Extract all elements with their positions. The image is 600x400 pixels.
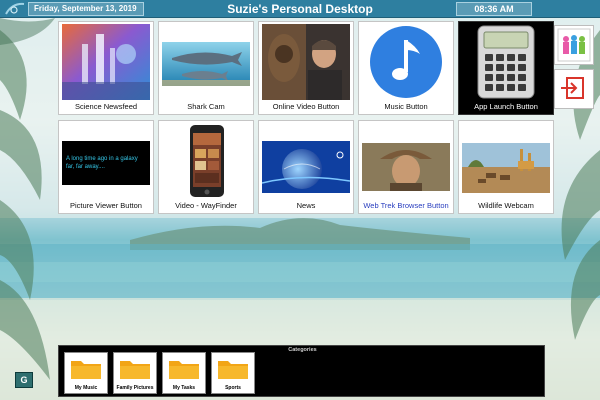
tile-label: Video - WayFinder xyxy=(175,201,237,210)
online-video-thumbnail xyxy=(262,24,350,100)
tile-label: Online Video Button xyxy=(272,102,340,111)
tile-video-wayfinder[interactable]: Video - WayFinder xyxy=(158,120,254,214)
phone-video-thumbnail xyxy=(162,123,250,199)
time-display: 08:36 AM xyxy=(456,2,532,16)
news-globe-thumbnail xyxy=(262,123,350,199)
folder-icon xyxy=(169,361,199,379)
folder-label: Sports xyxy=(225,385,241,391)
tile-label: Picture Viewer Button xyxy=(70,201,142,210)
tile-online-video[interactable]: Online Video Button xyxy=(258,21,354,115)
tile-label: Science Newsfeed xyxy=(74,102,138,111)
page-title: Suzie's Personal Desktop xyxy=(227,2,373,16)
bottom-left-button-text: G xyxy=(20,375,28,385)
folder-label: Family Pictures xyxy=(116,385,154,391)
folder-label: My Music xyxy=(74,385,98,391)
tile-label: Web Trek Browser Button xyxy=(363,201,449,210)
tile-picture-viewer[interactable]: A long time ago in a galaxy far, far awa… xyxy=(58,120,154,214)
folder-my-music[interactable]: My Music xyxy=(64,352,108,394)
tile-wildlife-webcam[interactable]: Wildlife Webcam xyxy=(458,120,554,214)
tile-label: News xyxy=(296,201,316,210)
picture-viewer-text: A long time ago in a galaxy far, far awa… xyxy=(66,156,138,170)
tile-label: Shark Cam xyxy=(187,102,225,111)
folder-icon xyxy=(218,361,248,379)
folder-my-tasks[interactable]: My Tasks xyxy=(162,352,206,394)
tile-web-trek-browser[interactable]: Web Trek Browser Button xyxy=(358,120,454,214)
bottom-left-button[interactable]: G xyxy=(15,372,33,388)
categories-panel: Categories My Music Family Pictures My T… xyxy=(58,345,545,397)
tile-label: Wildlife Webcam xyxy=(478,201,534,210)
shark-cam-thumbnail xyxy=(162,24,250,100)
music-note-icon xyxy=(362,24,450,100)
folder-sports[interactable]: Sports xyxy=(211,352,255,394)
tile-app-launch[interactable]: App Launch Button xyxy=(458,21,554,115)
science-newsfeed-thumbnail xyxy=(62,24,150,100)
picture-viewer-thumbnail: A long time ago in a galaxy far, far awa… xyxy=(62,123,150,199)
wildlife-webcam-thumbnail xyxy=(462,123,550,199)
tile-news[interactable]: News xyxy=(258,120,354,214)
top-bar: Friday, September 13, 2019 Suzie's Perso… xyxy=(0,0,600,18)
app-logo-icon xyxy=(5,2,25,15)
people-icon xyxy=(557,28,591,62)
folder-label: My Tasks xyxy=(172,385,196,391)
tile-shark-cam[interactable]: Shark Cam xyxy=(158,21,254,115)
folder-family-pictures[interactable]: Family Pictures xyxy=(113,352,157,394)
logout-button[interactable] xyxy=(554,69,594,109)
folder-icon xyxy=(120,361,150,379)
tile-label: Music Button xyxy=(384,102,428,111)
calculator-icon xyxy=(462,24,550,100)
web-trek-thumbnail xyxy=(362,123,450,199)
date-display: Friday, September 13, 2019 xyxy=(28,2,144,16)
tile-label: App Launch Button xyxy=(474,102,538,111)
tile-science-newsfeed[interactable]: Science Newsfeed xyxy=(58,21,154,115)
folder-icon xyxy=(71,361,101,379)
people-button[interactable] xyxy=(554,25,594,65)
tile-music[interactable]: Music Button xyxy=(358,21,454,115)
logout-icon xyxy=(561,77,584,99)
